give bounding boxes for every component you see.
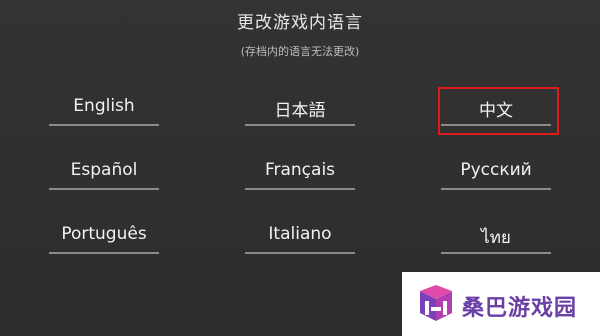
dialog-subtitle: (存档内的语言无法更改) [240, 45, 360, 58]
language-option-japanese[interactable]: 日本語 [245, 90, 355, 126]
language-option-english[interactable]: English [49, 90, 159, 126]
language-option-italian[interactable]: Italiano [245, 218, 355, 254]
language-label: 日本語 [274, 101, 326, 121]
language-option-french[interactable]: Français [245, 154, 355, 190]
language-underline [245, 252, 355, 254]
watermark: 桑巴游戏园 [402, 272, 600, 336]
dialog-title: 更改游戏内语言 [237, 13, 363, 33]
language-underline [245, 124, 355, 126]
language-option-portuguese[interactable]: Português [49, 218, 159, 254]
language-label: Español [70, 160, 138, 180]
language-label: Русский [460, 160, 532, 180]
language-option-spanish[interactable]: Español [49, 154, 159, 190]
language-label: English [73, 96, 135, 116]
language-underline [49, 124, 159, 126]
language-option-russian[interactable]: Русский [441, 154, 551, 190]
language-label: ไทย [481, 228, 511, 248]
watermark-text: 桑巴游戏园 [462, 296, 578, 321]
language-underline [245, 188, 355, 190]
language-option-thai[interactable]: ไทย [441, 218, 551, 254]
language-label: Italiano [268, 224, 332, 244]
language-label: Français [264, 160, 336, 180]
language-label: Português [61, 224, 147, 244]
language-underline [441, 188, 551, 190]
language-underline [441, 252, 551, 254]
sangba-logo-icon [420, 285, 452, 321]
language-underline [49, 252, 159, 254]
selected-language-highlight [438, 87, 559, 135]
language-underline [49, 188, 159, 190]
